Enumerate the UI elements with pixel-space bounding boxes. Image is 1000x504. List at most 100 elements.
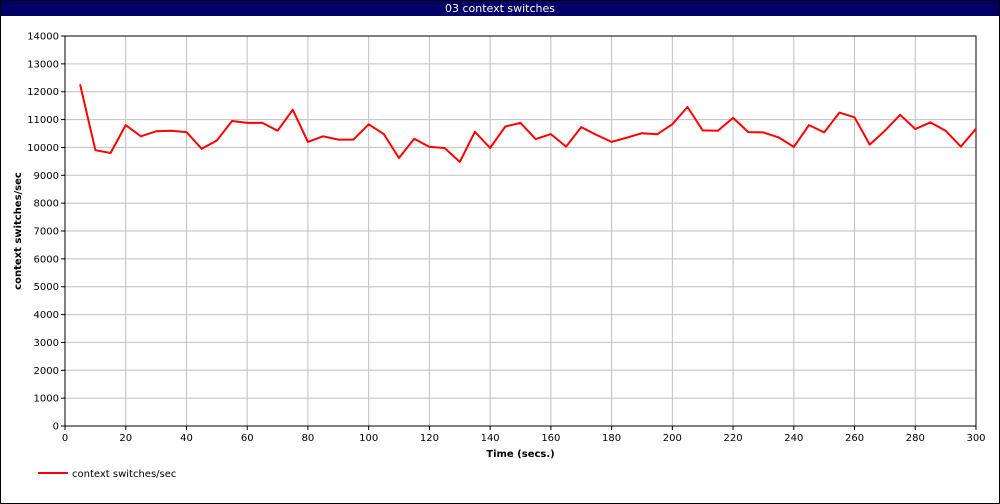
y-tick-label: 0: [53, 422, 59, 433]
data-point: [550, 133, 552, 135]
data-point: [656, 133, 658, 136]
data-point: [565, 145, 567, 148]
line-chart: 0100020003000400050006000700080009000100…: [13, 32, 986, 481]
data-point: [671, 123, 674, 126]
data-point: [777, 136, 780, 139]
data-point: [595, 134, 598, 136]
data-point: [808, 124, 810, 126]
data-point: [944, 129, 947, 132]
y-tick-label: 11000: [27, 115, 59, 126]
data-point: [367, 123, 370, 126]
data-point: [79, 83, 81, 86]
data-point: [519, 122, 522, 124]
data-point: [929, 121, 932, 124]
y-tick-label: 3000: [34, 338, 59, 349]
data-point: [124, 124, 127, 126]
x-tick-label: 220: [724, 433, 743, 444]
y-tick-label: 2000: [34, 366, 59, 377]
data-point: [246, 122, 248, 124]
x-axis-title: Time (secs.): [486, 449, 555, 460]
x-tick-label: 120: [420, 433, 439, 444]
data-point: [914, 128, 917, 130]
data-point: [458, 161, 461, 163]
data-point: [884, 129, 886, 132]
legend: context switches/sec: [38, 469, 176, 480]
data-point: [200, 148, 203, 150]
data-point: [94, 149, 97, 152]
data-point: [261, 122, 264, 124]
y-tick-labels: 0 1000 2000 3000 4000 5000 6000 7000 8000 9000 100…: [27, 32, 59, 433]
x-tick-label: 180: [602, 433, 621, 444]
grid-lines: [61, 35, 977, 430]
y-tick-label: 4000: [34, 310, 59, 321]
y-tick-label: 12000: [27, 87, 59, 98]
x-tick-label: 200: [663, 433, 682, 444]
y-tick-label: 5000: [34, 282, 59, 293]
y-tick-label: 6000: [34, 254, 59, 265]
data-point: [899, 114, 901, 116]
data-point: [307, 141, 309, 143]
y-tick-label: 9000: [34, 171, 59, 182]
data-point: [428, 146, 431, 148]
data-point: [762, 131, 765, 134]
data-point: [868, 143, 871, 146]
data-point: [853, 116, 856, 119]
data-point: [717, 129, 719, 132]
data-point: [732, 117, 734, 119]
y-tick-label: 13000: [27, 59, 59, 70]
series-layer: [79, 83, 977, 163]
x-tick-label: 0: [62, 433, 68, 444]
data-point: [170, 129, 173, 132]
x-tick-label: 260: [845, 433, 864, 444]
x-tick-label: 60: [241, 433, 254, 444]
data-point: [140, 135, 142, 138]
x-tick-label: 40: [180, 433, 193, 444]
x-tick-labels: 0 20 40 60 80 100 120 140 160 180 200 220 240 260 280 3…: [62, 433, 986, 444]
data-point: [155, 130, 157, 133]
data-point: [747, 131, 750, 133]
data-point: [474, 131, 476, 133]
data-point: [291, 109, 294, 111]
data-point: [489, 147, 491, 149]
data-point: [625, 136, 628, 139]
data-point: [109, 152, 112, 154]
x-tick-label: 140: [481, 433, 500, 444]
x-tick-label: 280: [906, 433, 925, 444]
data-point: [504, 125, 507, 128]
data-point: [398, 157, 400, 159]
y-tick-label: 8000: [34, 199, 59, 210]
x-tick-label: 300: [966, 433, 985, 444]
data-point: [701, 129, 704, 132]
data-point: [231, 120, 233, 122]
data-point: [960, 145, 962, 148]
x-tick-label: 160: [541, 433, 560, 444]
data-point: [975, 127, 977, 130]
data-point: [352, 138, 355, 141]
data-point: [276, 129, 279, 132]
y-axis-title: context switches/sec: [13, 172, 24, 290]
data-point: [383, 133, 385, 135]
x-tick-label: 100: [359, 433, 378, 444]
data-point: [610, 141, 613, 143]
y-tick-label: 10000: [27, 143, 59, 154]
x-tick-label: 240: [784, 433, 803, 444]
y-tick-label: 1000: [34, 394, 59, 405]
x-tick-label: 80: [302, 433, 315, 444]
data-point: [413, 137, 416, 140]
data-point: [534, 138, 537, 140]
data-point: [641, 132, 643, 135]
data-point: [216, 139, 218, 142]
data-point: [185, 131, 188, 133]
data-point: [337, 138, 340, 141]
y-tick-label: 7000: [34, 227, 59, 238]
data-point: [580, 126, 583, 128]
x-tick-label: 20: [119, 433, 132, 444]
legend-label: context switches/sec: [72, 469, 176, 480]
data-point: [443, 147, 446, 149]
series-line: [79, 84, 977, 163]
data-point: [793, 146, 795, 148]
data-point: [838, 111, 841, 114]
data-point: [686, 106, 689, 108]
y-tick-label: 14000: [27, 32, 59, 43]
data-point: [322, 135, 324, 138]
